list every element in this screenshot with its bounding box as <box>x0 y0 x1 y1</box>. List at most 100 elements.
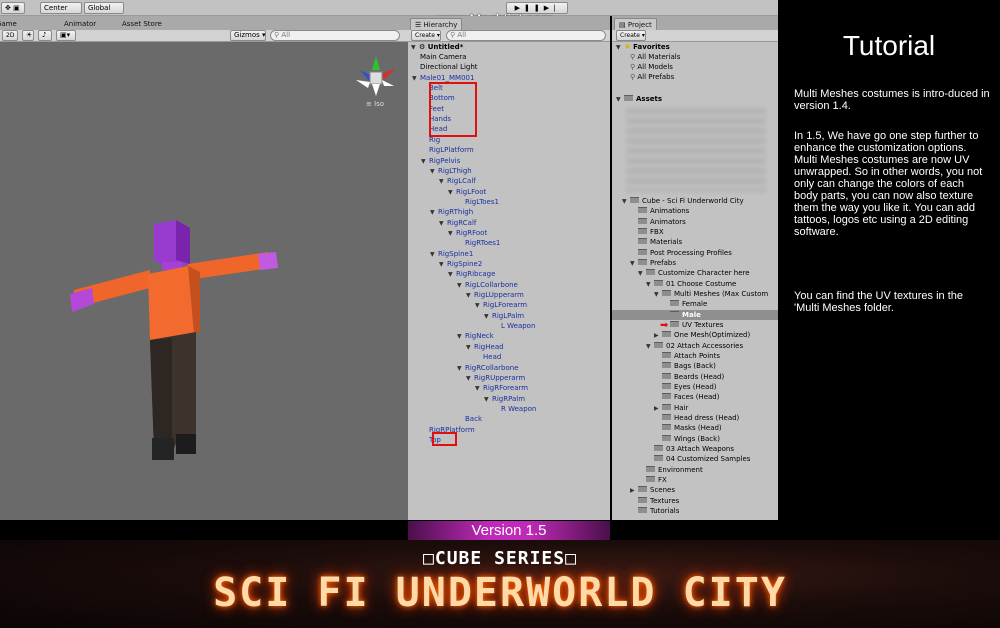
hierarchy-item[interactable]: Head <box>483 352 501 362</box>
effects-icon[interactable]: ▣▾ <box>56 30 76 41</box>
lighting-icon[interactable]: ☀ <box>22 30 34 41</box>
hierarchy-item[interactable]: ▼ RigRThigh <box>430 207 473 218</box>
expand-arrow-icon[interactable]: ▼ <box>439 219 447 229</box>
expand-arrow-icon[interactable]: ▼ <box>484 312 492 322</box>
expand-arrow-icon[interactable]: ▼ <box>448 229 456 239</box>
favorite-item[interactable]: ⚲ All Prefabs <box>630 72 674 82</box>
project-item[interactable]: Wings (Back) <box>612 434 778 444</box>
expand-arrow-icon[interactable]: ▼ <box>616 95 624 105</box>
hierarchy-item[interactable]: R Weapon <box>501 404 536 414</box>
iso-label[interactable]: ≡ Iso <box>366 100 384 108</box>
tab-game[interactable]: Game <box>0 18 21 30</box>
favorite-item[interactable]: ⚲ All Materials <box>630 52 680 62</box>
gizmos-dropdown[interactable]: Gizmos ▾ <box>230 30 266 41</box>
hierarchy-item[interactable]: RigRToes1 <box>465 238 500 248</box>
hierarchy-item[interactable]: ▼ RigPelvis <box>421 156 460 167</box>
project-item[interactable]: ▼ 01 Choose Costume <box>612 279 778 290</box>
hierarchy-item[interactable]: ▼ RigRCalf <box>439 218 476 229</box>
expand-arrow-icon[interactable]: ▼ <box>430 167 438 177</box>
expand-arrow-icon[interactable]: ▼ <box>430 208 438 218</box>
favorite-item[interactable]: ⚲ All Models <box>630 62 673 72</box>
expand-arrow-icon[interactable]: ▼ <box>411 43 419 53</box>
hierarchy-item[interactable]: ▼ RigLFoot <box>448 187 486 198</box>
project-item[interactable]: Female <box>612 299 778 309</box>
tool-buttons[interactable]: ✥ ▣ <box>1 2 25 14</box>
project-item-selected[interactable]: Male <box>612 309 778 320</box>
mode-2d-button[interactable]: 2D <box>2 30 18 41</box>
character-model[interactable] <box>70 220 278 460</box>
project-item[interactable]: FX <box>612 475 778 485</box>
project-create-button[interactable]: Create ▾ <box>616 30 646 41</box>
project-item[interactable]: Animators <box>612 217 778 227</box>
expand-arrow-icon[interactable]: ▼ <box>475 301 483 311</box>
project-item[interactable]: FBX <box>612 227 778 237</box>
hierarchy-item[interactable]: L Weapon <box>501 321 535 331</box>
expand-arrow-icon[interactable]: ▼ <box>457 281 465 291</box>
hierarchy-item[interactable]: ▼ RigRFoot <box>448 228 487 239</box>
hierarchy-item[interactable]: ▼ RigHead <box>466 342 504 353</box>
hierarchy-item[interactable]: ▼ RigRForearm <box>475 383 528 394</box>
hierarchy-item[interactable]: ▼ RigLCollarbone <box>457 280 518 291</box>
tab-project[interactable]: ▤ Project <box>614 18 657 30</box>
hierarchy-item[interactable]: ▼ RigLUpperarm <box>466 290 524 301</box>
expand-arrow-icon[interactable]: ▼ <box>430 250 438 260</box>
project-item[interactable]: Attach Points <box>612 351 778 361</box>
hierarchy-item[interactable]: ▼ RigLThigh <box>430 166 472 177</box>
hierarchy-create-button[interactable]: Create ▾ <box>411 30 441 41</box>
project-item[interactable]: Beards (Head) <box>612 372 778 382</box>
hierarchy-item[interactable]: ▼ RigRUpperarm <box>466 373 525 384</box>
expand-arrow-icon[interactable]: ▼ <box>466 343 474 353</box>
expand-arrow-icon[interactable]: ▼ <box>457 332 465 342</box>
expand-arrow-icon[interactable]: ▼ <box>484 395 492 405</box>
assets-header[interactable]: ▼ Assets <box>616 94 662 105</box>
project-item[interactable]: 03 Attach Weapons <box>612 444 778 454</box>
hierarchy-item[interactable]: Main Camera <box>420 52 466 62</box>
project-item[interactable]: Materials <box>612 237 778 247</box>
project-item[interactable]: Bags (Back) <box>612 361 778 371</box>
expand-arrow-icon[interactable]: ▼ <box>412 74 420 84</box>
project-item[interactable]: Post Processing Profiles <box>612 248 778 258</box>
scene-search-input[interactable]: ⚲ All <box>270 30 400 41</box>
expand-arrow-icon[interactable]: ▼ <box>439 177 447 187</box>
project-panel[interactable]: ▼ ★ Favorites ⚲ All Materials ⚲ All Models… <box>612 42 778 520</box>
expand-arrow-icon[interactable]: ▼ <box>466 291 474 301</box>
project-item[interactable]: Faces (Head) <box>612 392 778 402</box>
expand-arrow-icon[interactable]: ▼ <box>616 43 624 53</box>
project-item[interactable]: Masks (Head) <box>612 423 778 433</box>
tab-animator[interactable]: Animator <box>60 18 100 30</box>
audio-icon[interactable]: ♪ <box>38 30 52 41</box>
hierarchy-item[interactable]: ▼ RigLPalm <box>484 311 524 322</box>
hierarchy-item[interactable]: ▼ RigRibcage <box>448 269 495 280</box>
project-item[interactable]: Head dress (Head) <box>612 413 778 423</box>
expand-arrow-icon[interactable]: ▼ <box>448 188 456 198</box>
expand-arrow-icon[interactable]: ▼ <box>421 157 429 167</box>
hierarchy-item[interactable]: ▼ RigSpine2 <box>439 259 482 270</box>
project-item[interactable]: UV Textures <box>612 320 778 330</box>
hierarchy-item[interactable]: ▼ RigNeck <box>457 331 494 342</box>
orientation-gizmo[interactable] <box>356 56 396 96</box>
tab-asset-store[interactable]: Asset Store <box>118 18 166 30</box>
hierarchy-item[interactable]: ▼ RigLForearm <box>475 300 527 311</box>
expand-arrow-icon[interactable]: ▼ <box>439 260 447 270</box>
pivot-center-button[interactable]: Center <box>40 2 82 14</box>
hierarchy-search-input[interactable]: ⚲ All <box>446 30 606 41</box>
project-item[interactable]: Tutorials <box>612 506 778 516</box>
pivot-global-button[interactable]: Global <box>84 2 124 14</box>
expand-arrow-icon[interactable]: ▼ <box>466 374 474 384</box>
hierarchy-item[interactable]: Back <box>465 414 482 424</box>
project-item[interactable]: 04 Customized Samples <box>612 454 778 464</box>
hierarchy-item[interactable]: RigLToes1 <box>465 197 499 207</box>
project-item[interactable]: Environment <box>612 465 778 475</box>
expand-arrow-icon[interactable]: ▼ <box>457 364 465 374</box>
hierarchy-item[interactable]: ▼ RigLCalf <box>439 176 476 187</box>
project-item[interactable]: Eyes (Head) <box>612 382 778 392</box>
hierarchy-item[interactable]: ▼ RigSpine1 <box>430 249 473 260</box>
project-item[interactable]: Textures <box>612 496 778 506</box>
hierarchy-item[interactable]: ▼ RigRCollarbone <box>457 363 518 374</box>
scene-view[interactable]: ≡ Iso <box>0 42 408 520</box>
tab-hierarchy[interactable]: ☰ Hierarchy <box>410 18 463 30</box>
hierarchy-item[interactable]: Directional Light <box>420 62 478 72</box>
project-item[interactable]: Animations <box>612 206 778 216</box>
expand-arrow-icon[interactable]: ▼ <box>448 270 456 280</box>
expand-arrow-icon[interactable]: ▼ <box>475 384 483 394</box>
